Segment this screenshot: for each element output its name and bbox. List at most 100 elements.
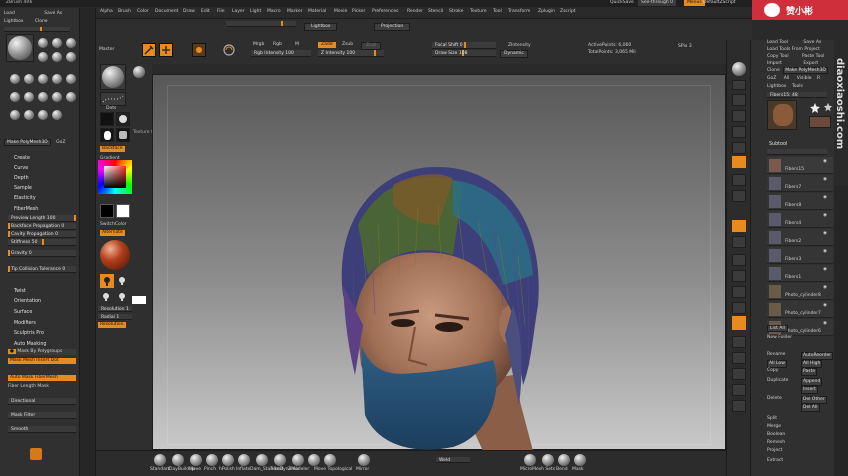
bottom-brush-hpolish[interactable] bbox=[222, 454, 234, 466]
paste-tool-button[interactable]: Paste Tool bbox=[802, 54, 824, 59]
load-tool-button[interactable]: Load Tool bbox=[767, 40, 788, 45]
bottom-bend[interactable] bbox=[558, 454, 570, 466]
brush-damstandard[interactable] bbox=[38, 74, 48, 84]
brush-clay[interactable] bbox=[52, 38, 62, 48]
fm-slider-backface[interactable]: Backface Propagation 0 bbox=[8, 223, 76, 230]
subtool-row[interactable]: Fibers15 ◉ bbox=[767, 157, 833, 174]
light-box-label[interactable]: Master bbox=[99, 47, 114, 53]
menu-layer[interactable]: Layer bbox=[232, 9, 245, 14]
brush-snakehook[interactable] bbox=[66, 74, 76, 84]
zcut-button[interactable]: Zcut bbox=[361, 42, 382, 50]
transp-button[interactable] bbox=[732, 352, 746, 364]
menu-material[interactable]: Material bbox=[308, 9, 326, 14]
section-sample[interactable]: Sample bbox=[14, 186, 32, 191]
menu-transform[interactable]: Transform bbox=[508, 9, 530, 14]
eye-icon[interactable]: ◉ bbox=[823, 267, 827, 273]
delete-button[interactable]: Delete bbox=[767, 396, 782, 402]
stroke-button[interactable] bbox=[100, 92, 126, 106]
current-tool-thumb[interactable] bbox=[767, 100, 797, 130]
eye-icon[interactable]: ◉ bbox=[823, 321, 827, 327]
right-tray-scrollbar[interactable] bbox=[834, 186, 848, 476]
menu-picker[interactable]: Picker bbox=[352, 9, 365, 14]
edit-button[interactable] bbox=[142, 43, 156, 57]
menu-stroke[interactable]: Stroke bbox=[449, 9, 463, 14]
load-tools-from-project[interactable]: Load Tools From Project bbox=[767, 47, 820, 53]
bottom-brush-pinch[interactable] bbox=[206, 454, 218, 466]
resolution-button[interactable]: Resolution bbox=[98, 322, 126, 328]
all-low-button[interactable]: All Low bbox=[767, 360, 787, 368]
copy-tool-button[interactable]: Copy Tool bbox=[767, 54, 789, 59]
merge-button[interactable]: Merge bbox=[767, 424, 781, 430]
light-icon-4[interactable] bbox=[118, 292, 126, 302]
global-slider[interactable] bbox=[226, 21, 296, 27]
all-high-button[interactable]: All High bbox=[801, 360, 823, 368]
fm-slider-cavity[interactable]: Cavity Propagation 0 bbox=[8, 231, 76, 238]
auto-mask-fibermesh-button[interactable]: Auto Mask FiberMesh bbox=[8, 375, 76, 381]
subtool-row[interactable]: Fibers7 ◉ bbox=[767, 175, 833, 192]
zsub-button[interactable]: Zsub bbox=[342, 42, 353, 48]
menu-file[interactable]: File bbox=[217, 9, 225, 14]
import-button[interactable]: Import bbox=[767, 61, 782, 66]
list-all-button[interactable]: List All bbox=[767, 325, 788, 332]
brush-extra-1[interactable] bbox=[10, 92, 20, 102]
section-depth[interactable]: Depth bbox=[14, 176, 29, 181]
fm-slider-preview-length[interactable]: Preview Length 100 bbox=[8, 215, 76, 222]
all-button[interactable]: All bbox=[784, 76, 790, 81]
brush-extra-2[interactable] bbox=[24, 92, 34, 102]
saveas-button[interactable]: Save As bbox=[44, 11, 62, 16]
make-polymesh-button[interactable]: Make PolyMesh3D bbox=[4, 139, 51, 146]
skin-fibers-thumb[interactable] bbox=[809, 116, 831, 128]
menu-color[interactable]: Color bbox=[137, 9, 149, 14]
brush-pinch[interactable] bbox=[10, 74, 20, 84]
bottom-brush-trimdynamic[interactable] bbox=[274, 454, 286, 466]
color-picker-square[interactable] bbox=[104, 166, 126, 188]
z-intensity-slider[interactable]: Z Intensity 100 bbox=[318, 50, 384, 57]
eye-icon[interactable]: ◉ bbox=[823, 213, 827, 219]
insert-button[interactable]: Insert bbox=[801, 386, 818, 394]
m-button[interactable]: M bbox=[295, 42, 299, 48]
left-lower-slider-2[interactable]: Mask Filter bbox=[8, 412, 76, 419]
rgb-intensity-slider[interactable]: Rgb Intensity 100 bbox=[251, 50, 311, 57]
eye-icon[interactable]: ◉ bbox=[823, 285, 827, 291]
section-elasticity[interactable]: Elasticity bbox=[14, 196, 36, 201]
duplicate-button[interactable]: Duplicate bbox=[767, 378, 788, 384]
rgb-button[interactable]: Rgb bbox=[273, 42, 282, 48]
bpr-button[interactable] bbox=[732, 62, 746, 76]
remesh-subtool-button[interactable]: Remesh bbox=[767, 440, 785, 446]
menu-alpha[interactable]: Alpha bbox=[100, 9, 113, 14]
rename-button[interactable]: Rename bbox=[767, 352, 785, 358]
section-curve[interactable]: Curve bbox=[14, 166, 28, 171]
section-surface[interactable]: Surface bbox=[14, 310, 32, 315]
brush-hpolish[interactable] bbox=[66, 52, 76, 62]
load-button[interactable]: Load bbox=[4, 11, 15, 16]
current-tool-slider[interactable]: Fibers15: 48 bbox=[767, 92, 827, 98]
bottom-brush-movetopo[interactable] bbox=[324, 454, 336, 466]
menu-document[interactable]: Document bbox=[155, 9, 178, 14]
quicksave-button[interactable]: QuickSave bbox=[610, 0, 634, 6]
r-button[interactable]: R bbox=[817, 76, 820, 81]
visible-button[interactable]: Visible bbox=[797, 76, 812, 81]
section-orientation[interactable]: Orientation bbox=[14, 299, 41, 304]
mask-mesh-insert-dot[interactable]: Mask Mesh Insert Dot bbox=[8, 358, 76, 364]
polymesh3d-thumb[interactable] bbox=[823, 102, 833, 112]
menu-render[interactable]: Render bbox=[407, 9, 423, 14]
scroll-button[interactable] bbox=[732, 94, 746, 106]
switch-color-label[interactable]: SwitchColor bbox=[100, 222, 127, 228]
light-icon-3[interactable] bbox=[102, 292, 110, 302]
current-brush-button[interactable] bbox=[100, 64, 126, 90]
bottom-brush-snakehook[interactable] bbox=[308, 454, 320, 466]
zoom-button[interactable] bbox=[732, 110, 746, 122]
left-lower-slider[interactable]: Directional bbox=[8, 398, 76, 405]
section-create[interactable]: Create bbox=[14, 156, 30, 161]
fiber-length-mask[interactable]: Fiber Length Mask bbox=[8, 384, 76, 390]
menu-preferences[interactable]: Preferences bbox=[372, 9, 398, 14]
document-canvas[interactable] bbox=[152, 74, 726, 451]
solo-button[interactable] bbox=[732, 384, 746, 396]
alternate-button[interactable]: Alternate bbox=[100, 230, 125, 236]
menu-brush[interactable]: Brush bbox=[118, 9, 131, 14]
light-color-swatch[interactable] bbox=[132, 296, 146, 304]
extract-button[interactable]: Extract bbox=[767, 458, 783, 464]
project-button[interactable]: Project bbox=[767, 448, 782, 454]
eye-icon[interactable]: ◉ bbox=[823, 177, 827, 183]
bottom-brush-damstandard[interactable] bbox=[256, 454, 268, 466]
